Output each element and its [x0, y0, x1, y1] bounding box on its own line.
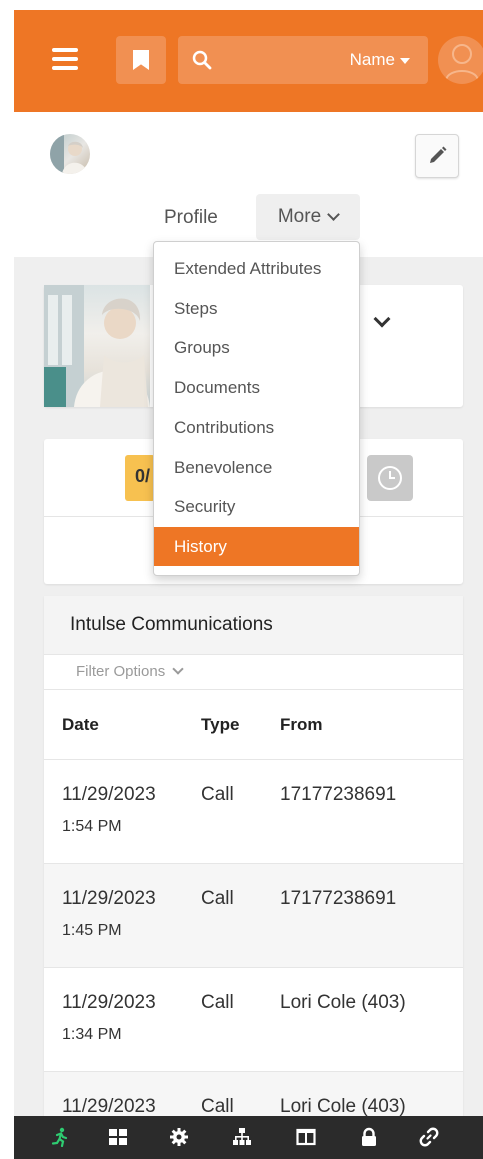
- person-avatar[interactable]: [50, 134, 90, 174]
- communications-panel: Intulse Communications Filter Options Da…: [44, 596, 463, 1159]
- search-filter-dropdown[interactable]: Name: [350, 50, 410, 70]
- bookmark-icon: [133, 50, 149, 70]
- table-row[interactable]: 11/29/2023 1:54 PM Call 17177238691: [44, 760, 463, 864]
- row-time: 1:54 PM: [62, 818, 122, 835]
- link-icon[interactable]: [419, 1127, 439, 1147]
- search-icon: [192, 50, 212, 70]
- filter-options-label: Filter Options: [76, 663, 166, 680]
- edit-button[interactable]: [415, 134, 459, 178]
- columns-icon[interactable]: [296, 1127, 316, 1147]
- chevron-down-icon: [172, 663, 184, 675]
- clock-icon: [378, 466, 402, 490]
- search-filter-label: Name: [349, 50, 395, 69]
- row-from: Lori Cole (403): [280, 992, 406, 1013]
- row-type: Call: [201, 888, 234, 909]
- more-dropdown-menu: Extended Attributes Steps Groups Documen…: [153, 241, 360, 576]
- clock-button[interactable]: [367, 455, 413, 501]
- tab-more[interactable]: More: [256, 194, 360, 240]
- menu-item-contributions[interactable]: Contributions: [154, 408, 359, 447]
- row-type: Call: [201, 992, 234, 1013]
- menu-item-security[interactable]: Security: [154, 487, 359, 526]
- column-header-from[interactable]: From: [280, 715, 323, 735]
- person-photo: [44, 285, 150, 407]
- row-from: Lori Cole (403): [280, 1096, 406, 1117]
- column-header-date[interactable]: Date: [62, 715, 99, 735]
- row-date: 11/29/2023: [62, 1096, 156, 1117]
- panel-title: Intulse Communications: [44, 596, 463, 655]
- table-row[interactable]: 11/29/2023 1:34 PM Call Lori Cole (403): [44, 968, 463, 1072]
- row-from: 17177238691: [280, 784, 397, 805]
- chevron-down-icon: [327, 208, 341, 221]
- search-input[interactable]: [222, 46, 326, 76]
- bottom-toolbar: [14, 1116, 483, 1159]
- menu-icon[interactable]: [52, 48, 78, 70]
- menu-item-groups[interactable]: Groups: [154, 328, 359, 367]
- caret-down-icon: [400, 57, 410, 64]
- row-time: 1:34 PM: [62, 1026, 122, 1043]
- filter-options-toggle[interactable]: Filter Options: [44, 655, 463, 690]
- menu-item-history[interactable]: History: [154, 527, 359, 566]
- row-from: 17177238691: [280, 888, 397, 909]
- row-type: Call: [201, 1096, 234, 1117]
- user-avatar-icon[interactable]: [438, 36, 483, 84]
- menu-item-benevolence[interactable]: Benevolence: [154, 448, 359, 487]
- row-date: 11/29/2023: [62, 888, 156, 909]
- sitemap-icon[interactable]: [232, 1127, 252, 1147]
- lock-icon[interactable]: [359, 1127, 379, 1147]
- app-page: Name Profile More 0/ Intulse Communicati…: [14, 10, 483, 1159]
- table-header: Date Type From: [44, 690, 463, 760]
- menu-item-documents[interactable]: Documents: [154, 368, 359, 407]
- tab-more-label: More: [277, 206, 322, 227]
- profile-header: Profile More: [14, 112, 483, 257]
- row-time: 1:45 PM: [62, 922, 122, 939]
- menu-item-steps[interactable]: Steps: [154, 289, 359, 328]
- bookmark-button[interactable]: [116, 36, 166, 84]
- column-header-type[interactable]: Type: [201, 715, 239, 735]
- table-row[interactable]: 11/29/2023 1:45 PM Call 17177238691: [44, 864, 463, 968]
- menu-item-extended-attributes[interactable]: Extended Attributes: [154, 249, 359, 288]
- pencil-icon: [430, 146, 447, 163]
- chevron-down-icon[interactable]: [373, 310, 391, 328]
- status-badge: 0/: [125, 455, 155, 501]
- top-navbar: Name: [14, 10, 483, 112]
- grid-icon[interactable]: [108, 1127, 128, 1147]
- row-type: Call: [201, 784, 234, 805]
- gear-icon[interactable]: [169, 1127, 189, 1147]
- person-running-icon[interactable]: [50, 1127, 70, 1147]
- tab-profile[interactable]: Profile: [164, 207, 218, 229]
- row-date: 11/29/2023: [62, 784, 156, 805]
- row-date: 11/29/2023: [62, 992, 156, 1013]
- search-box[interactable]: Name: [178, 36, 428, 84]
